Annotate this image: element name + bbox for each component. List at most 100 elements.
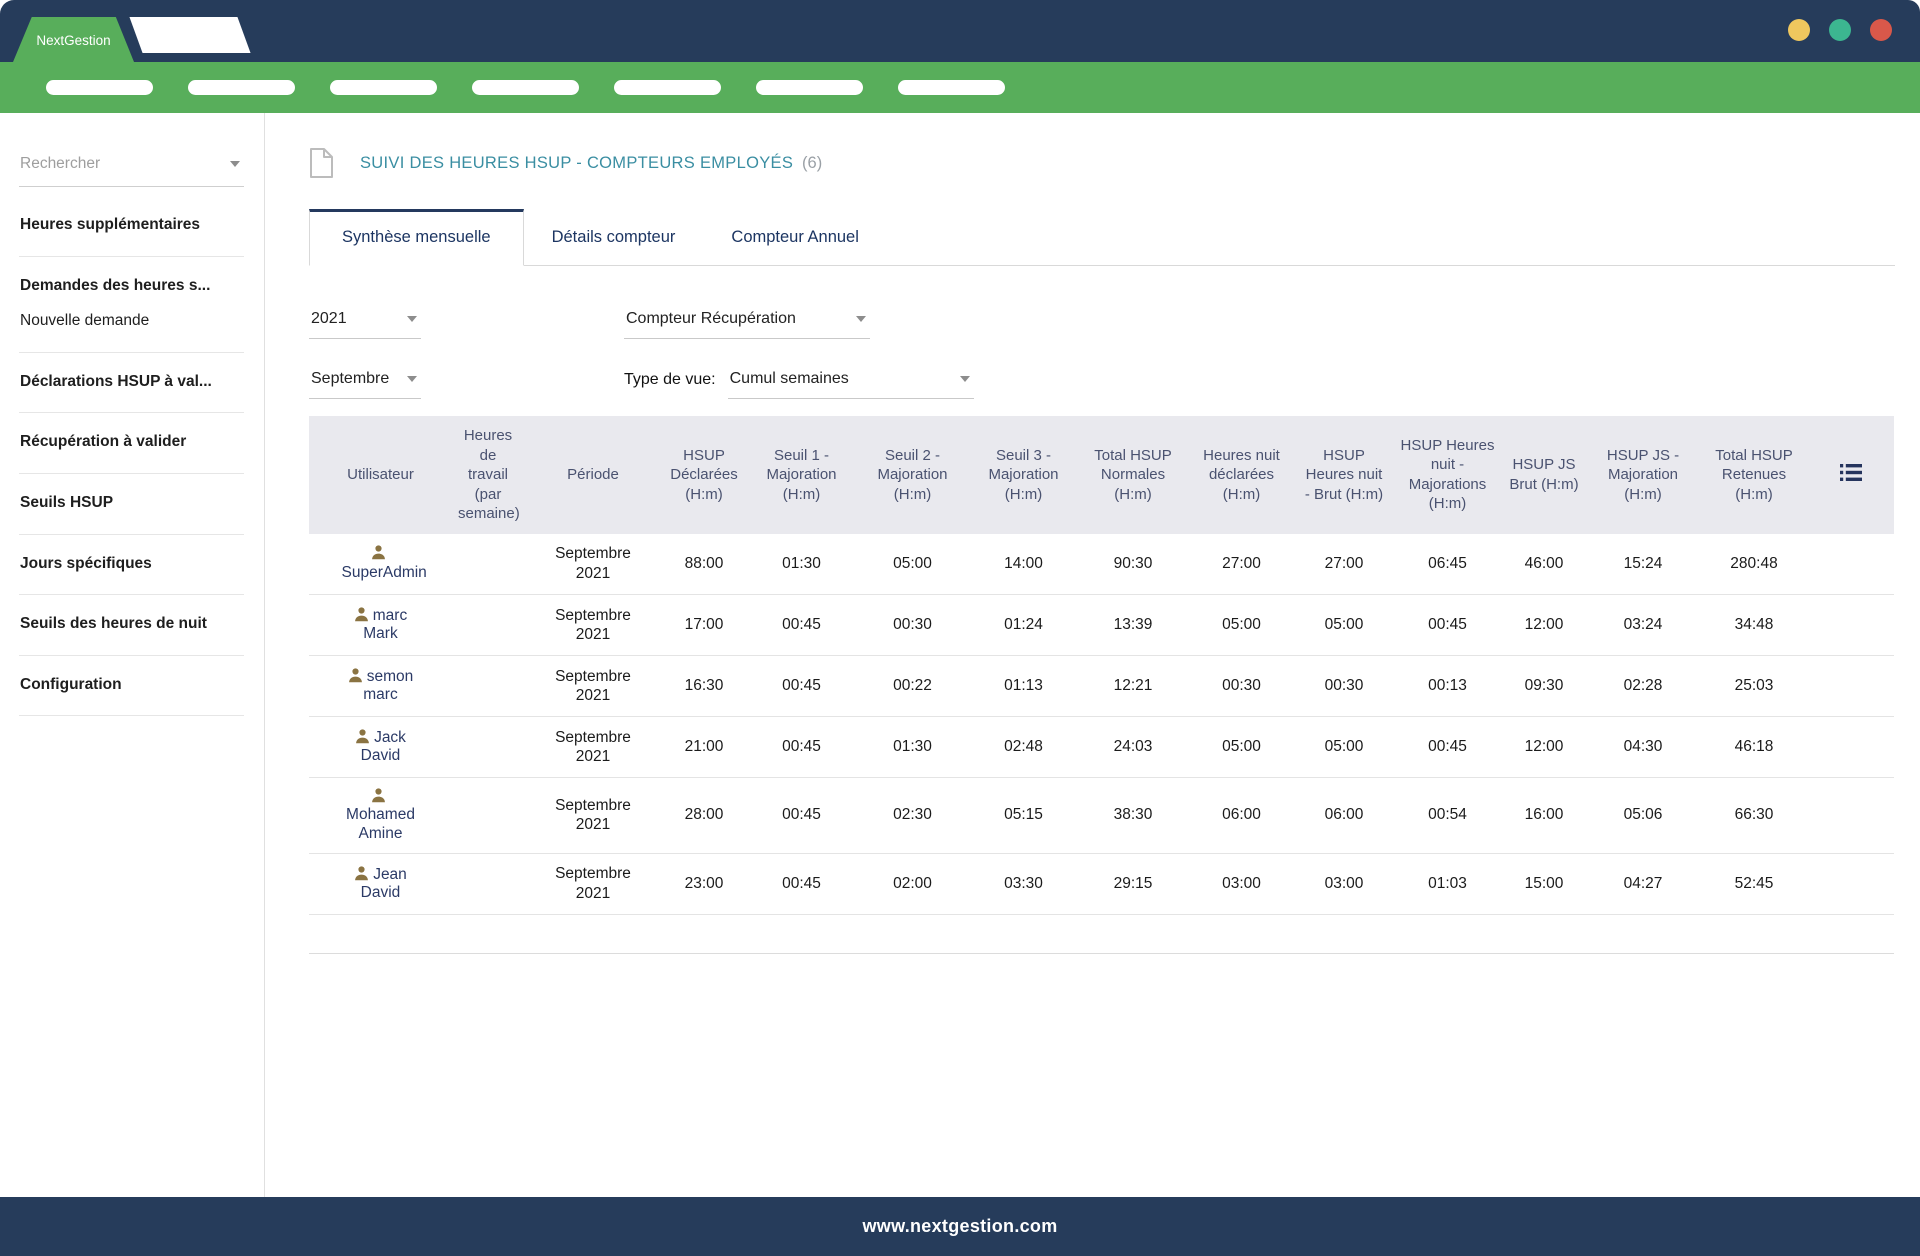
value-cell: 24:03 — [1079, 717, 1187, 778]
table-row: Mohamed AmineSeptembre 202128:0000:4502:… — [309, 778, 1894, 854]
brand-label: NextGestion — [36, 33, 110, 48]
search-placeholder: Rechercher — [20, 155, 100, 173]
column-header: HSUP JS Brut (H:m) — [1503, 416, 1585, 534]
page-title-text: SUIVI DES HEURES HSUP - COMPTEURS EMPLOY… — [360, 154, 793, 172]
sidebar-menu: Heures supplémentaires Demandes des heure… — [19, 196, 244, 716]
view-type-label: Type de vue: — [624, 367, 728, 399]
table-row: SuperAdminSeptembre 202188:0001:3005:001… — [309, 534, 1894, 595]
value-cell: 15:00 — [1503, 853, 1585, 914]
value-cell: 25:03 — [1701, 656, 1807, 717]
value-cell: 29:15 — [1079, 853, 1187, 914]
window-tab-placeholder[interactable] — [129, 17, 250, 53]
nav-pill[interactable] — [614, 80, 721, 95]
table-spacer-row — [309, 914, 1894, 953]
tab-strip: Synthèse mensuelleDétails compteurCompte… — [309, 209, 1895, 266]
nav-pill[interactable] — [898, 80, 1005, 95]
search-input[interactable]: Rechercher — [19, 151, 244, 187]
hours-per-week-cell — [452, 717, 524, 778]
value-cell: 05:15 — [968, 778, 1079, 854]
column-header: Heures nuit déclarées (H:m) — [1187, 416, 1296, 534]
value-cell: 34:48 — [1701, 595, 1807, 656]
sidebar-item[interactable]: Déclarations HSUP à val... — [20, 373, 243, 392]
value-cell: 03:30 — [968, 853, 1079, 914]
value-cell: 05:00 — [857, 534, 968, 595]
value-cell: 00:30 — [1296, 656, 1392, 717]
sidebar-group: Configuration — [19, 656, 244, 717]
value-cell: 88:00 — [662, 534, 746, 595]
nav-pill[interactable] — [330, 80, 437, 95]
column-header: Total HSUP Retenues (H:m) — [1701, 416, 1807, 534]
nav-pill[interactable] — [472, 80, 579, 95]
view-type-select[interactable]: Cumul semaines — [728, 366, 974, 399]
sidebar-item[interactable]: Nouvelle demande — [20, 312, 243, 331]
value-cell: 12:00 — [1503, 595, 1585, 656]
value-cell: 38:30 — [1079, 778, 1187, 854]
sidebar-item[interactable]: Seuils HSUP — [20, 494, 243, 513]
value-cell: 03:00 — [1296, 853, 1392, 914]
value-cell: 04:27 — [1585, 853, 1701, 914]
column-header: HSUP JS - Majoration (H:m) — [1585, 416, 1701, 534]
value-cell: 17:00 — [662, 595, 746, 656]
period-text: Septembre 2021 — [551, 728, 635, 767]
value-cell: 01:30 — [857, 717, 968, 778]
red-circle-button[interactable] — [1870, 19, 1892, 41]
green-navbar — [0, 62, 1920, 113]
value-cell: 00:22 — [857, 656, 968, 717]
hours-per-week-cell — [452, 534, 524, 595]
footer-url: www.nextgestion.com — [862, 1216, 1057, 1237]
chevron-down-icon — [856, 316, 866, 322]
value-cell: 02:48 — [968, 717, 1079, 778]
list-icon[interactable] — [1840, 464, 1862, 487]
column-header: Utilisateur — [309, 416, 452, 534]
value-cell: 00:45 — [746, 595, 857, 656]
sidebar-item[interactable]: Récupération à valider — [20, 433, 243, 452]
sidebar-item[interactable]: Demandes des heures s... — [20, 277, 243, 296]
value-cell: 21:00 — [662, 717, 746, 778]
value-cell: 01:30 — [746, 534, 857, 595]
period-text: Septembre 2021 — [551, 796, 635, 835]
value-cell: 05:06 — [1585, 778, 1701, 854]
user-name-link[interactable]: Jean David — [342, 866, 420, 903]
period-cell: Septembre 2021 — [524, 778, 662, 854]
counter-type-select[interactable]: Compteur Récupération — [624, 306, 870, 339]
filters: 2021 Compteur Récupération Septembre Typ… — [309, 306, 1895, 399]
value-cell: 00:13 — [1392, 656, 1503, 717]
user-name-link[interactable]: SuperAdmin — [342, 545, 420, 582]
value-cell: 00:45 — [1392, 717, 1503, 778]
view-type-value: Cumul semaines — [730, 370, 849, 388]
sidebar-item[interactable]: Configuration — [20, 676, 243, 695]
user-name-link[interactable]: semon marc — [342, 668, 420, 705]
sidebar-item[interactable]: Heures supplémentaires — [20, 216, 243, 235]
value-cell: 23:00 — [662, 853, 746, 914]
sidebar-item[interactable]: Seuils des heures de nuit — [20, 615, 243, 634]
sidebar: Rechercher Heures supplémentaires Demande… — [0, 113, 265, 1197]
hours-per-week-cell — [452, 595, 524, 656]
teal-circle-button[interactable] — [1829, 19, 1851, 41]
user-cell: SuperAdmin — [309, 534, 452, 595]
value-cell: 66:30 — [1701, 778, 1807, 854]
value-cell: 04:30 — [1585, 717, 1701, 778]
value-cell: 00:45 — [746, 656, 857, 717]
yellow-circle-button[interactable] — [1788, 19, 1810, 41]
value-cell: 27:00 — [1296, 534, 1392, 595]
user-name-link[interactable]: Jack David — [342, 729, 420, 766]
tab-compteur-annuel[interactable]: Compteur Annuel — [703, 210, 887, 265]
value-cell: 280:48 — [1701, 534, 1807, 595]
user-cell: semon marc — [309, 656, 452, 717]
nav-pill[interactable] — [188, 80, 295, 95]
value-cell: 05:00 — [1187, 595, 1296, 656]
user-name-link[interactable]: marc Mark — [342, 607, 420, 644]
tab-d-tails-compteur[interactable]: Détails compteur — [524, 210, 704, 265]
month-select[interactable]: Septembre — [309, 366, 421, 399]
year-select[interactable]: 2021 — [309, 306, 421, 339]
nav-pill[interactable] — [756, 80, 863, 95]
chevron-down-icon — [407, 376, 417, 382]
tab-synth-se-mensuelle[interactable]: Synthèse mensuelle — [309, 209, 524, 266]
nav-pill[interactable] — [46, 80, 153, 95]
brand-tab[interactable]: NextGestion — [13, 17, 134, 62]
user-name-link[interactable]: Mohamed Amine — [342, 788, 420, 843]
value-cell: 12:00 — [1503, 717, 1585, 778]
sidebar-group: Demandes des heures s... Nouvelle demande — [19, 257, 244, 353]
sidebar-item[interactable]: Jours spécifiques — [20, 555, 243, 574]
table-row: Jack DavidSeptembre 202121:0000:4501:300… — [309, 717, 1894, 778]
